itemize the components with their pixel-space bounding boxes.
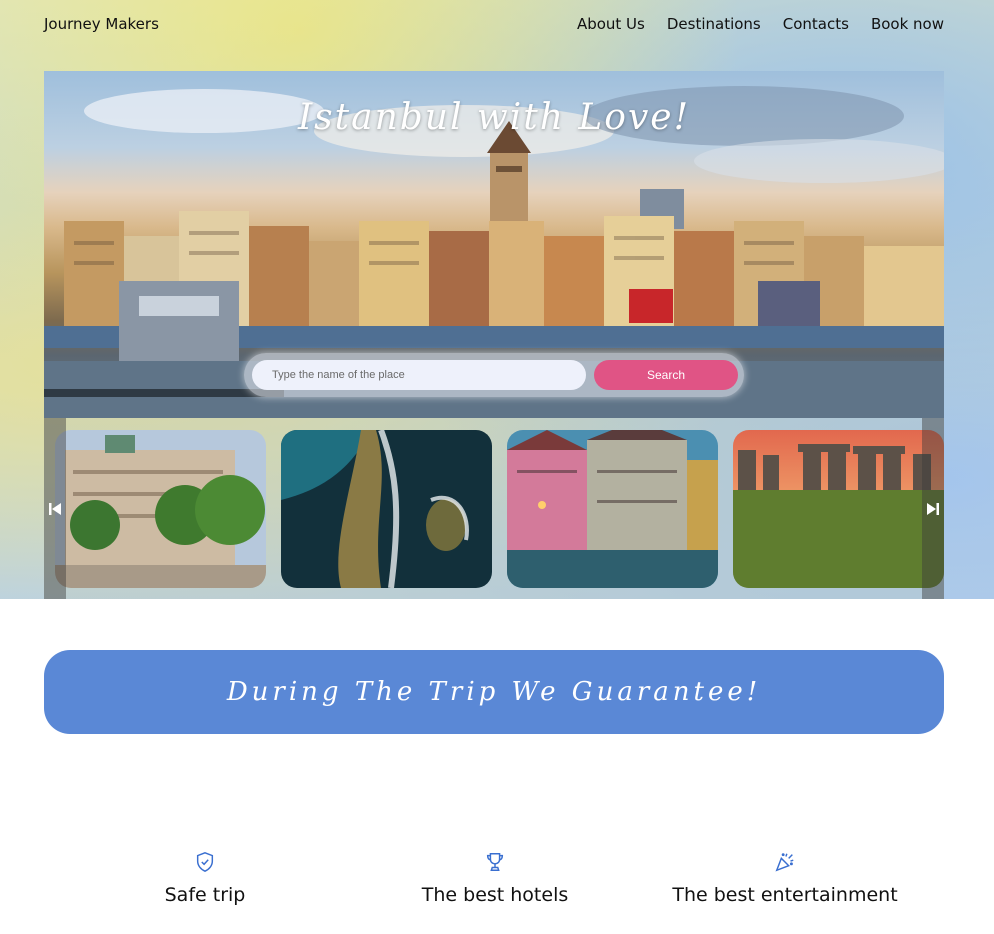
nav-about-us[interactable]: About Us: [577, 15, 645, 33]
carousel-prev-button[interactable]: [44, 418, 66, 599]
carousel-card-palace[interactable]: [55, 430, 266, 588]
feature-best-entertainment: The best entertainment: [640, 850, 930, 906]
guarantee-heading: During The Trip We Guarantee!: [226, 677, 762, 707]
features-section: Safe trip The best hotels The best enter…: [60, 850, 930, 920]
search-input[interactable]: [252, 360, 586, 390]
carousel-next-button[interactable]: [922, 418, 944, 599]
feature-label: The best entertainment: [672, 884, 898, 906]
feature-label: Safe trip: [164, 884, 246, 906]
nav-contacts[interactable]: Contacts: [783, 15, 849, 33]
palace-image: [55, 430, 266, 588]
feature-safe-trip: Safe trip: [60, 850, 350, 906]
main-nav: About Us Destinations Contacts Book now: [577, 15, 944, 33]
trophy-icon: [486, 853, 504, 871]
feature-label: The best hotels: [421, 884, 569, 906]
hero-section: Istanbul with Love! Search: [44, 71, 944, 418]
carousel-card-stonehenge[interactable]: [733, 430, 944, 588]
hero-title: Istanbul with Love!: [297, 97, 691, 138]
nav-book-now[interactable]: Book now: [871, 15, 944, 33]
stonehenge-image: [733, 430, 944, 588]
site-logo[interactable]: Journey Makers: [44, 15, 159, 33]
party-popper-icon: [775, 853, 794, 872]
carousel-card-coast[interactable]: [281, 430, 492, 588]
search-bar: Search: [244, 353, 744, 397]
carousel-card-houses[interactable]: [507, 430, 718, 588]
skip-back-icon: [49, 502, 61, 515]
skip-forward-icon: [927, 502, 939, 515]
site-header: Journey Makers About Us Destinations Con…: [44, 0, 944, 48]
shield-check-icon: [196, 852, 214, 872]
coastline-image: [281, 430, 492, 588]
carousel-track: [44, 430, 944, 588]
search-button[interactable]: Search: [594, 360, 738, 390]
houses-image: [507, 430, 718, 588]
guarantee-banner: During The Trip We Guarantee!: [44, 650, 944, 734]
feature-best-hotels: The best hotels: [350, 850, 640, 906]
destinations-carousel: [44, 418, 944, 599]
nav-destinations[interactable]: Destinations: [667, 15, 761, 33]
